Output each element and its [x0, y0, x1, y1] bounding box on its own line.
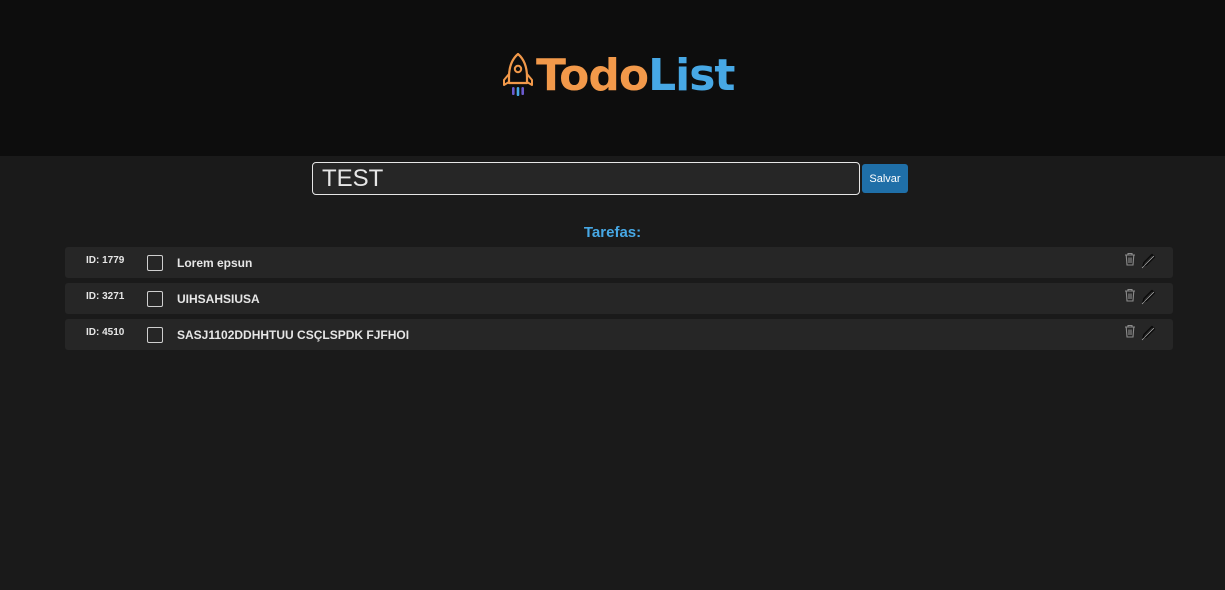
- task-row: ID: 3271 UIHSAHSIUSA: [65, 283, 1173, 314]
- pencil-icon[interactable]: [1140, 253, 1156, 269]
- app-logo: TodoList: [500, 50, 735, 102]
- task-checkbox[interactable]: [147, 255, 163, 271]
- task-id: ID: 3271: [86, 291, 125, 302]
- logo-list-text: List: [648, 50, 735, 101]
- task-title: SASJ1102DDHHTUU CSÇLSPDK FJFHOI: [177, 328, 410, 342]
- task-checkbox[interactable]: [147, 291, 163, 307]
- save-button[interactable]: Salvar: [862, 164, 908, 193]
- app-title: TodoList: [536, 50, 735, 102]
- tasks-heading: Tarefas:: [583, 224, 642, 241]
- trash-icon[interactable]: [1124, 252, 1136, 266]
- logo-todo-text: Todo: [536, 50, 649, 101]
- pencil-icon[interactable]: [1140, 289, 1156, 305]
- task-title: UIHSAHSIUSA: [177, 292, 260, 306]
- task-row: ID: 4510 SASJ1102DDHHTUU CSÇLSPDK FJFHOI: [65, 319, 1173, 350]
- task-id: ID: 4510: [86, 327, 125, 338]
- task-checkbox[interactable]: [147, 327, 163, 343]
- task-input[interactable]: [312, 162, 860, 195]
- trash-icon[interactable]: [1124, 288, 1136, 302]
- pencil-icon[interactable]: [1140, 325, 1156, 341]
- rocket-icon: [503, 52, 533, 96]
- task-title: Lorem epsun: [177, 256, 253, 270]
- task-row: ID: 1779 Lorem epsun: [65, 247, 1173, 278]
- task-id: ID: 1779: [86, 255, 125, 266]
- task-list: ID: 1779 Lorem epsun ID: 3271 UIHSAHSIUS…: [65, 247, 1173, 355]
- header: TodoList: [0, 0, 1225, 156]
- trash-icon[interactable]: [1124, 324, 1136, 338]
